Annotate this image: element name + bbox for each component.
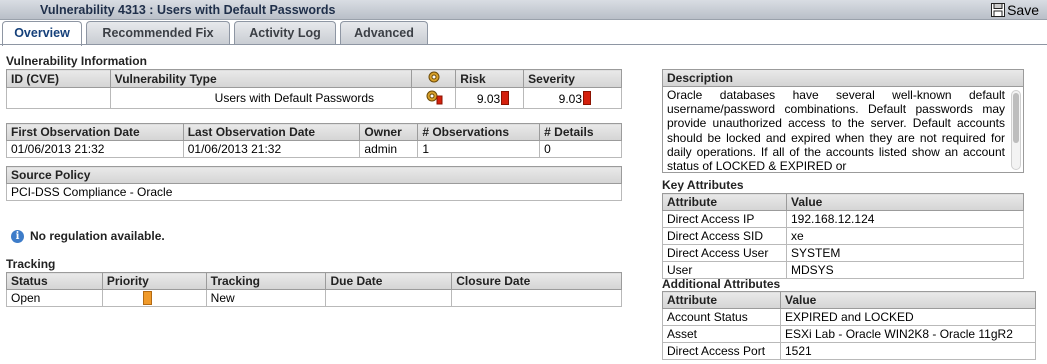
- gears-risk-icon: [424, 90, 444, 108]
- risk-indicator: [501, 90, 510, 105]
- description-scroll-thumb[interactable]: [1013, 93, 1019, 143]
- tab-bar: Overview Recommended Fix Activity Log Ad…: [0, 21, 1047, 46]
- gears-risk-cell: [411, 87, 457, 109]
- severity-header: Severity: [523, 69, 622, 88]
- save-button[interactable]: Save: [989, 1, 1043, 19]
- severity-value: 9.03: [558, 91, 582, 106]
- key-attributes-heading: Key Attributes: [662, 178, 744, 192]
- due-date-header: Due Date: [325, 272, 453, 290]
- additional-attributes-heading: Additional Attributes: [662, 277, 781, 291]
- owner-cell: admin: [359, 140, 419, 158]
- description-header: Description: [663, 70, 1023, 87]
- additional-attributes-table: Attribute Value Account Status EXPIRED a…: [662, 291, 1036, 360]
- table-row: Account Status EXPIRED and LOCKED: [662, 308, 1036, 326]
- priority-indicator: [142, 290, 152, 305]
- additional-value-cell: ESXi Lab - Oracle WIN2K8 - Oracle 11gR2: [780, 325, 1036, 343]
- floppy-disk-icon: [991, 3, 1006, 17]
- key-attribute-cell: Direct Access IP: [662, 210, 787, 228]
- tracking-header: Tracking: [205, 272, 327, 290]
- tracking-heading: Tracking: [6, 257, 56, 271]
- key-attribute-cell: Direct Access SID: [662, 227, 787, 245]
- risk-cell: 9.03: [455, 87, 525, 109]
- tracking-table: Status Priority Tracking Due Date Closur…: [6, 272, 622, 307]
- table-row: Direct Access IP 192.168.12.124: [662, 210, 1024, 228]
- due-date-cell: [325, 289, 453, 307]
- key-attribute-header: Attribute: [662, 193, 787, 211]
- observations-count-header: # Observations: [417, 123, 541, 141]
- source-policy-cell: PCI-DSS Compliance - Oracle: [6, 183, 622, 201]
- first-observation-cell: 01/06/2013 21:32: [6, 140, 184, 158]
- closure-date-header: Closure Date: [451, 272, 622, 290]
- key-value-header: Value: [786, 193, 1024, 211]
- first-observation-header: First Observation Date: [6, 123, 184, 141]
- additional-attribute-cell: Direct Access Port: [662, 342, 781, 360]
- key-attributes-table: Attribute Value Direct Access IP 192.168…: [662, 193, 1024, 279]
- tracking-cell: New: [205, 289, 327, 307]
- priority-header: Priority: [101, 272, 207, 290]
- additional-value-cell: 1521: [780, 342, 1036, 360]
- key-value-cell: xe: [786, 227, 1024, 245]
- id-cve-header: ID (CVE): [6, 69, 111, 88]
- additional-value-cell: EXPIRED and LOCKED: [780, 308, 1036, 326]
- status-cell: Open: [6, 289, 103, 307]
- source-policy-header: Source Policy: [6, 166, 622, 184]
- additional-attribute-cell: Account Status: [662, 308, 781, 326]
- id-cve-cell: [6, 87, 111, 109]
- table-row: Asset ESXi Lab - Oracle WIN2K8 - Oracle …: [662, 325, 1036, 343]
- priority-cell: [101, 289, 207, 307]
- title-bar: Vulnerability 4313 : Users with Default …: [0, 0, 1047, 20]
- table-row: User MDSYS: [662, 261, 1024, 279]
- key-value-cell: MDSYS: [786, 261, 1024, 279]
- vulnerability-info-heading: Vulnerability Information: [6, 54, 147, 68]
- key-attribute-cell: Direct Access User: [662, 244, 787, 262]
- description-scrollbar[interactable]: [1011, 90, 1021, 170]
- tab-divider: [0, 44, 1047, 45]
- details-count-header: # Details: [539, 123, 622, 141]
- table-row: Direct Access Port 1521: [662, 342, 1036, 360]
- description-text: Oracle databases have several well-known…: [667, 88, 1005, 172]
- window-title: Vulnerability 4313 : Users with Default …: [40, 3, 336, 17]
- owner-header: Owner: [359, 123, 419, 141]
- gears-icon-header: [411, 69, 457, 88]
- last-observation-header: Last Observation Date: [182, 123, 361, 141]
- vulnerability-info-table: ID (CVE) Vulnerability Type Risk Severit…: [6, 69, 622, 109]
- vulnerability-type-cell: Users with Default Passwords: [109, 87, 413, 109]
- description-panel: Description Oracle databases have severa…: [662, 69, 1024, 173]
- tab-advanced[interactable]: Advanced: [340, 21, 428, 45]
- tab-activity-log[interactable]: Activity Log: [234, 21, 336, 45]
- observations-count-cell: 1: [417, 140, 541, 158]
- gears-icon: [426, 71, 442, 87]
- additional-value-header: Value: [780, 291, 1036, 309]
- key-value-cell: 192.168.12.124: [786, 210, 1024, 228]
- save-label: Save: [1007, 2, 1039, 18]
- details-count-cell: 0: [539, 140, 622, 158]
- risk-value: 9.03: [476, 91, 501, 106]
- severity-indicator: [583, 90, 591, 105]
- key-value-cell: SYSTEM: [786, 244, 1024, 262]
- regulation-note: i No regulation available.: [11, 229, 165, 243]
- vulnerability-type-header: Vulnerability Type: [109, 69, 413, 88]
- table-row: Direct Access SID xe: [662, 227, 1024, 245]
- observations-table: First Observation Date Last Observation …: [6, 123, 622, 158]
- additional-attribute-header: Attribute: [662, 291, 781, 309]
- key-attribute-cell: User: [662, 261, 787, 279]
- status-header: Status: [6, 272, 103, 290]
- table-row: Direct Access User SYSTEM: [662, 244, 1024, 262]
- last-observation-cell: 01/06/2013 21:32: [182, 140, 361, 158]
- info-icon: i: [11, 229, 24, 243]
- tab-recommended-fix[interactable]: Recommended Fix: [86, 21, 230, 45]
- tab-overview[interactable]: Overview: [2, 21, 82, 46]
- severity-cell: 9.03: [523, 87, 622, 109]
- regulation-note-text: No regulation available.: [30, 229, 165, 243]
- closure-date-cell: [451, 289, 622, 307]
- source-policy-table: Source Policy PCI-DSS Compliance - Oracl…: [6, 166, 622, 201]
- additional-attribute-cell: Asset: [662, 325, 781, 343]
- risk-header: Risk: [455, 69, 525, 88]
